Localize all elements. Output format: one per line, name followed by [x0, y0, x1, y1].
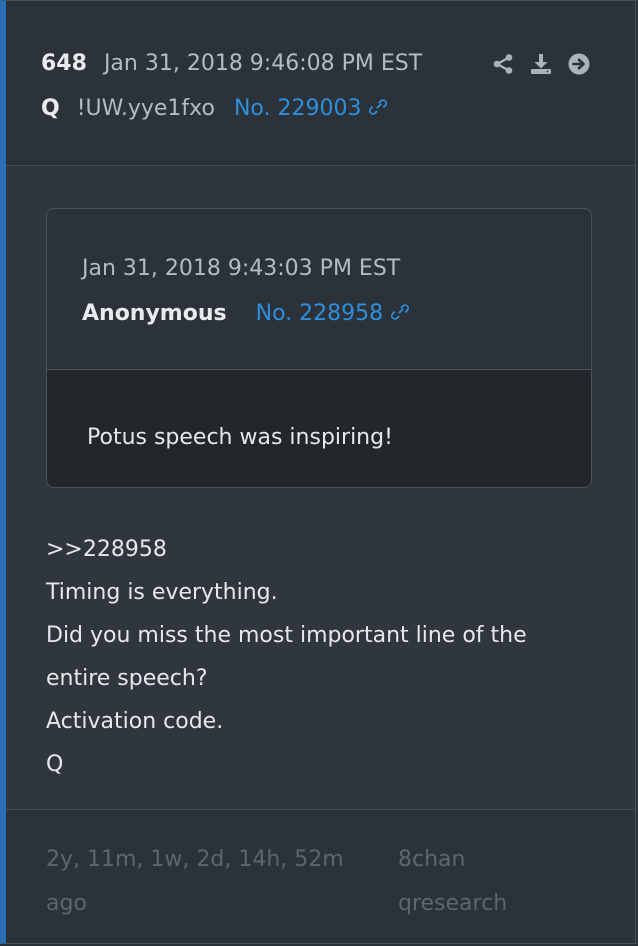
site-name: 8chan [398, 847, 466, 872]
quoted-post-header: Jan 31, 2018 9:43:03 PM EST Anonymous No… [47, 209, 591, 370]
link-icon [369, 99, 388, 115]
post-author-line: Q !UW.yye1fxo No. 229003 [41, 93, 389, 125]
link-icon [391, 304, 410, 320]
quoted-post-text: Potus speech was inspiring! [87, 425, 393, 450]
time-ago: 2y, 11m, 1w, 2d, 14h, 52m ago [46, 838, 376, 926]
post-meta: 648 Jan 31, 2018 9:46:08 PM EST [41, 48, 422, 80]
post-header: 648 Jan 31, 2018 9:46:08 PM EST Q !UW.yy… [6, 1, 635, 166]
post-body: Jan 31, 2018 9:43:03 PM EST Anonymous No… [6, 166, 635, 809]
quoted-post: Jan 31, 2018 9:43:03 PM EST Anonymous No… [46, 208, 592, 488]
post-footer: 2y, 11m, 1w, 2d, 14h, 52m ago 8chan qres… [6, 809, 635, 943]
reply-reference[interactable]: >>228958 [46, 528, 527, 571]
post-author: Q [41, 96, 60, 121]
quoted-post-number-link[interactable]: No. 228958 [256, 301, 412, 326]
message-line: Timing is everything. [46, 580, 278, 605]
post-actions [491, 52, 591, 76]
board-name: qresearch [398, 891, 508, 916]
source-board: 8chan qresearch [398, 838, 598, 926]
message-line: Activation code. [46, 709, 224, 734]
quoted-post-author-line: Anonymous No. 228958 [82, 298, 411, 330]
message-line: entire speech? [46, 666, 208, 691]
post-number-link[interactable]: No. 229003 [234, 96, 390, 121]
download-icon[interactable] [529, 52, 553, 76]
post-link-label: No. 229003 [233, 96, 362, 121]
time-ago-line: 2y, 11m, 1w, 2d, 14h, 52m [46, 847, 344, 872]
quoted-post-date: Jan 31, 2018 9:43:03 PM EST [82, 256, 401, 281]
quoted-post-link-label: No. 228958 [255, 301, 384, 326]
message-line: Q [46, 752, 64, 777]
tripcode: !UW.yye1fxo [76, 96, 215, 121]
post-number: 648 [41, 51, 87, 76]
post-message: >>228958 Timing is everything. Did you m… [46, 528, 527, 786]
arrow-right-circle-icon[interactable] [567, 52, 591, 76]
share-icon[interactable] [491, 52, 515, 76]
quoted-post-author: Anonymous [82, 301, 227, 326]
message-line: Did you miss the most important line of … [46, 623, 527, 648]
quoted-post-body: Potus speech was inspiring! [47, 370, 591, 487]
post-date: Jan 31, 2018 9:46:08 PM EST [103, 51, 423, 76]
post-card: 648 Jan 31, 2018 9:46:08 PM EST Q !UW.yy… [0, 0, 636, 944]
time-ago-suffix: ago [46, 891, 87, 916]
